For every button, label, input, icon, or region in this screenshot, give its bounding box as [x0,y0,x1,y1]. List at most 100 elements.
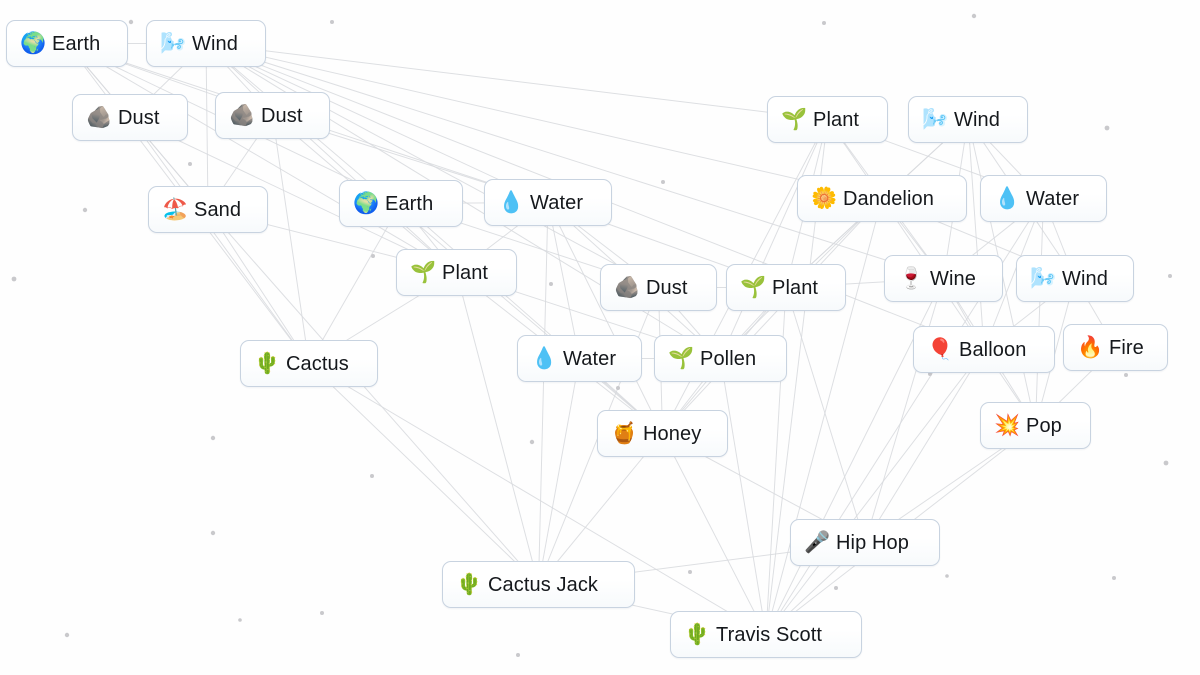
connection-line [785,287,866,543]
connection-line [720,358,767,635]
craft-card-honey-1[interactable]: 🍯 Honey [597,410,728,457]
particle-dot [82,207,88,213]
particle-dot [616,386,620,390]
craft-card-wind-2[interactable]: 🌬️ Wind [908,96,1028,143]
particle-dot [1168,274,1172,278]
infinite-craft-board[interactable]: 🌍 Earth 🌬️ Wind 🪨 Dust 🪨 Dust 🏖️ Sand 🌍 Earth 💧 Water… [0,0,1200,675]
connection-line [538,358,580,585]
craft-card-label: Pollen [700,347,757,370]
craft-card-wind-3[interactable]: 🌬️ Wind [1016,255,1134,302]
particle-dot [945,574,949,578]
particle-dot [320,611,324,615]
particle-dot [64,632,70,638]
craft-card-dust-3[interactable]: 🪨 Dust [600,264,717,311]
craft-card-label: Sand [194,198,242,221]
connection-line [205,43,457,273]
craft-card-dust-1[interactable]: 🪨 Dust [72,94,188,141]
craft-card-label: Water [530,191,584,214]
balloon-icon: 🎈 [927,338,954,361]
connection-line [547,202,663,434]
seedling-icon: 🌱 [410,261,437,284]
beach-with-umbrella-icon: 🏖️ [162,198,189,221]
connection-line [205,43,944,279]
particle-dot [370,474,374,478]
craft-card-label: Wind [954,108,1000,131]
wind-face-icon: 🌬️ [160,32,187,55]
connection-line [765,349,985,635]
particle-dot [11,276,17,282]
connection-line [967,119,985,350]
connection-line [400,203,663,434]
particle-dot [128,19,134,25]
rock-icon: 🪨 [614,276,641,299]
craft-card-label: Balloon [959,338,1027,361]
cactus-icon: 🌵 [456,573,483,596]
craft-card-water-3[interactable]: 💧 Water [980,175,1107,222]
seedling-icon: 🌱 [781,108,808,131]
craft-card-hip-hop-1[interactable]: 🎤 Hip Hop [790,519,940,566]
particle-dot [688,570,692,574]
craft-card-cactus-1[interactable]: 🌵 Cactus [240,340,378,387]
craft-card-label: Water [1026,187,1080,210]
craft-card-label: Plant [813,108,860,131]
craft-card-pollen-1[interactable]: 🌱 Pollen [654,335,787,382]
connection-line [720,119,828,359]
particle-dot [330,20,334,24]
rock-icon: 🪨 [86,106,113,129]
microphone-icon: 🎤 [804,531,831,554]
craft-card-travis-scott-1[interactable]: 🌵 Travis Scott [670,611,862,658]
connection-line [272,115,310,364]
craft-card-dandelion-1[interactable]: 🌼 Dandelion [797,175,967,222]
globe-showing-europe-africa-icon: 🌍 [353,192,380,215]
particle-dot [1104,125,1110,131]
rock-icon: 🪨 [229,104,256,127]
particle-dot [210,530,216,536]
craft-card-fire-1[interactable]: 🔥 Fire [1063,324,1168,371]
craft-card-dust-2[interactable]: 🪨 Dust [215,92,330,139]
particle-dot [971,13,977,19]
craft-card-water-2[interactable]: 💧 Water [517,335,642,382]
craft-card-plant-1[interactable]: 🌱 Plant [396,249,517,296]
particle-dot [188,162,192,166]
seedling-icon: 🌱 [740,276,767,299]
craft-card-water-1[interactable]: 💧 Water [484,179,612,226]
craft-card-label: Plant [772,276,819,299]
craft-card-label: Dust [118,106,160,129]
craft-card-balloon-1[interactable]: 🎈 Balloon [913,326,1055,373]
connection-line [864,349,985,543]
craft-card-label: Wind [1062,267,1108,290]
craft-card-label: Cactus Jack [488,573,599,596]
connection-line [129,117,310,364]
particle-dot [371,254,375,258]
craft-card-label: Travis Scott [716,623,823,646]
craft-card-wine-1[interactable]: 🍷 Wine [884,255,1003,302]
craft-card-label: Wine [930,267,976,290]
craft-card-pop-1[interactable]: 💥 Pop [980,402,1091,449]
particle-dot [549,282,553,286]
wine-glass-icon: 🍷 [898,267,925,290]
connection-line [662,198,883,434]
craft-card-wind-1[interactable]: 🌬️ Wind [146,20,266,67]
collision-icon: 💥 [994,414,1021,437]
wind-face-icon: 🌬️ [922,108,949,131]
connection-line [1035,198,1044,426]
cactus-icon: 🌵 [254,352,281,375]
craft-card-label: Dandelion [843,187,934,210]
craft-card-cactus-jack-1[interactable]: 🌵 Cactus Jack [442,561,635,608]
craft-card-label: Earth [52,32,101,55]
droplet-icon: 💧 [994,187,1021,210]
connection-line [308,363,539,585]
craft-card-earth-2[interactable]: 🌍 Earth [339,180,463,227]
droplet-icon: 💧 [498,191,525,214]
craft-card-plant-3[interactable]: 🌱 Plant [767,96,888,143]
craft-card-label: Cactus [286,352,349,375]
globe-showing-europe-africa-icon: 🌍 [20,32,47,55]
particle-dot [1124,373,1128,377]
craft-card-plant-2[interactable]: 🌱 Plant [726,264,846,311]
craft-card-earth-1[interactable]: 🌍 Earth [6,20,128,67]
craft-card-sand-1[interactable]: 🏖️ Sand [148,186,268,233]
connection-line [66,43,457,273]
blossom-icon: 🌼 [811,187,838,210]
particle-dot [516,653,520,657]
craft-card-label: Hip Hop [836,531,909,554]
